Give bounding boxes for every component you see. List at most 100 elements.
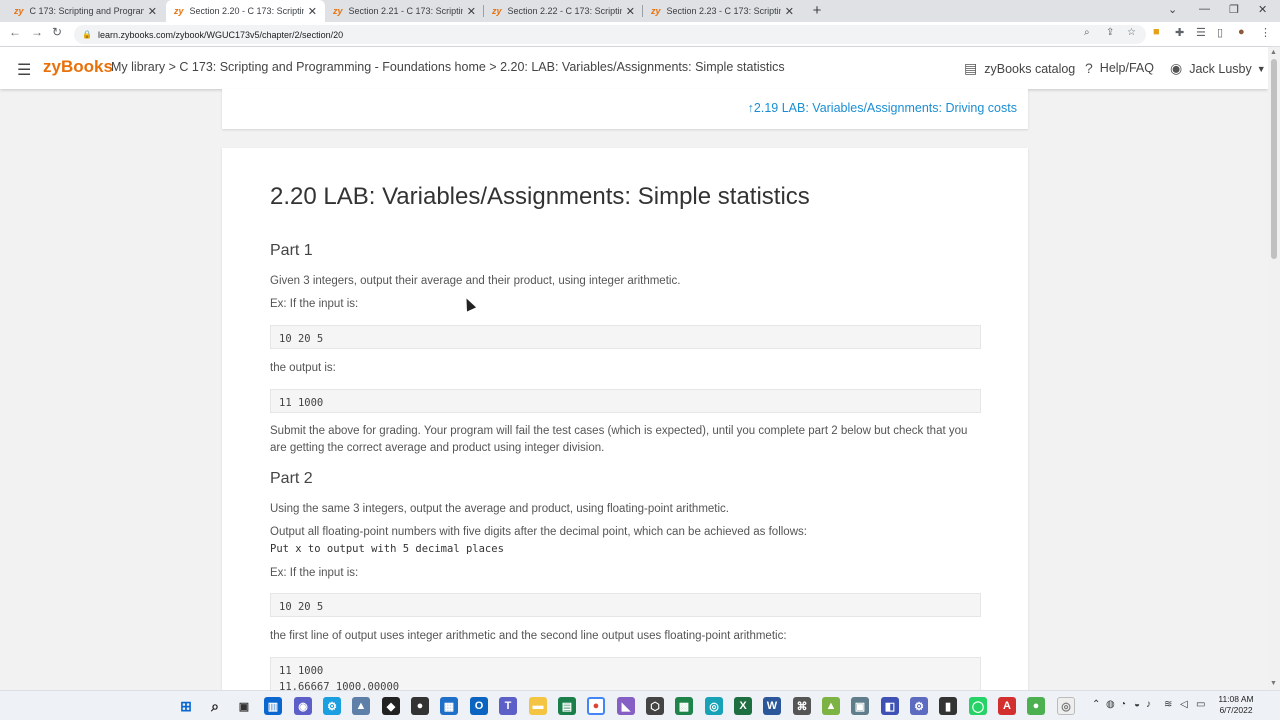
minimize-icon[interactable]: — (1199, 3, 1210, 15)
widgets-icon[interactable]: ▥ (264, 697, 282, 715)
app-icon[interactable]: ▩ (675, 697, 693, 715)
menu-dots-icon[interactable]: ⋮ (1260, 26, 1271, 39)
chrome-icon[interactable]: ● (587, 697, 605, 715)
format-pseudocode: Put x to output with 5 decimal places (270, 543, 504, 555)
chevron-down-icon: ▼ (1256, 63, 1266, 74)
zybooks-logo[interactable]: zyBooks (43, 57, 113, 77)
windows-start-icon[interactable]: ⊞ (177, 697, 195, 715)
close-tab-icon[interactable]: ✕ (785, 5, 794, 18)
section-content-card: 2.20 LAB: Variables/Assignments: Simple … (222, 148, 1028, 708)
close-tab-icon[interactable]: ✕ (148, 5, 157, 18)
breadcrumb[interactable]: My library > C 173: Scripting and Progra… (111, 60, 785, 74)
tab-title: Section 2.22 - C 173: Scripting an (507, 6, 622, 16)
app-icon[interactable]: ▲ (822, 697, 840, 715)
app-icon[interactable]: ▣ (851, 697, 869, 715)
browser-toolbar: ← → ↻ 🔒 learn.zybooks.com/zybook/WGUC173… (0, 22, 1280, 47)
restore-icon[interactable]: ❐ (1229, 3, 1239, 16)
example-input-label: Ex: If the input is: (270, 298, 359, 310)
extension-icon[interactable]: ■ (1153, 26, 1160, 38)
app-icon[interactable]: ⬡ (646, 697, 664, 715)
zybooks-catalog-link[interactable]: ▤ zyBooks catalog (964, 60, 1075, 77)
hamburger-menu-icon[interactable]: ☰ (17, 60, 31, 80)
scrollbar-thumb[interactable] (1271, 59, 1277, 259)
new-tab-button[interactable]: + (808, 2, 826, 19)
user-account-icon: ◉ (1170, 60, 1183, 76)
whatsapp-icon[interactable]: ◯ (969, 697, 987, 715)
tray-app-icon[interactable]: ◒ (1134, 699, 1140, 710)
visual-studio-icon[interactable]: ◣ (617, 697, 635, 715)
app-icon[interactable]: ▮ (939, 697, 957, 715)
close-tab-icon[interactable]: ✕ (626, 5, 635, 18)
url-text: learn.zybooks.com/zybook/WGUC173v5/chapt… (97, 29, 344, 40)
file-explorer-icon[interactable]: ▬ (529, 697, 547, 715)
scroll-up-icon[interactable]: ▲ (1270, 49, 1277, 56)
close-window-icon[interactable]: ✕ (1258, 3, 1267, 16)
example-input-label: Ex: If the input is: (270, 567, 359, 579)
microphone-icon[interactable]: ♪ (1146, 699, 1151, 710)
app-icon[interactable]: ◆ (382, 697, 400, 715)
tab-title: Section 2.21 - C 173: Scripting an (348, 6, 463, 16)
reload-icon[interactable]: ↻ (52, 25, 62, 39)
user-menu[interactable]: ◉ Jack Lusby ▼ (1170, 60, 1266, 77)
app-icon[interactable]: ◎ (1057, 697, 1075, 715)
browser-tab[interactable]: zy Section 2.21 - C 173: Scripting an ✕ (325, 0, 484, 22)
part2-format-note: Output all floating-point numbers with f… (270, 526, 807, 538)
app-icon[interactable]: ⌘ (793, 697, 811, 715)
share-icon[interactable]: ⇪ (1106, 27, 1114, 38)
scroll-down-icon[interactable]: ▼ (1270, 680, 1277, 687)
app-icon[interactable]: ◎ (705, 697, 723, 715)
profile-avatar-icon[interactable]: ● (1238, 26, 1245, 38)
browser-tab[interactable]: zy C 173: Scripting and Programmin ✕ (6, 0, 165, 22)
store-icon[interactable]: ▦ (440, 697, 458, 715)
previous-section-card: ↑2.19 LAB: Variables/Assignments: Drivin… (222, 89, 1028, 129)
help-icon: ? (1085, 60, 1093, 76)
browser-tab[interactable]: zy Section 2.22 - C 173: Scripting an ✕ (484, 0, 643, 22)
tab-search-icon[interactable]: ⌄ (1168, 3, 1177, 16)
excel-icon[interactable]: X (734, 697, 752, 715)
battery-icon[interactable]: ▭ (1196, 699, 1205, 710)
teams-icon[interactable]: T (499, 697, 517, 715)
outlook-icon[interactable]: O (470, 697, 488, 715)
search-icon[interactable]: ⌕ (206, 697, 224, 715)
acrobat-icon[interactable]: A (998, 697, 1016, 715)
volume-icon[interactable]: ◁ (1180, 699, 1188, 710)
app-icon[interactable]: ● (411, 697, 429, 715)
part1-description: Given 3 integers, output their average a… (270, 275, 681, 287)
address-bar[interactable]: 🔒 learn.zybooks.com/zybook/WGUC173v5/cha… (74, 25, 1146, 44)
section-title: 2.20 LAB: Variables/Assignments: Simple … (270, 183, 810, 210)
puzzle-extensions-icon[interactable]: ✚ (1175, 26, 1184, 39)
close-tab-icon[interactable]: ✕ (467, 5, 476, 18)
clock-time: 11:08 AM (1218, 694, 1254, 704)
clock-date: 6/7/2022 (1219, 705, 1253, 715)
app-icon[interactable]: ◧ (881, 697, 899, 715)
bookmark-star-icon[interactable]: ☆ (1127, 27, 1136, 38)
previous-section-link[interactable]: ↑2.19 LAB: Variables/Assignments: Drivin… (748, 101, 1017, 115)
system-clock[interactable]: 11:08 AM 6/7/2022 (1214, 694, 1258, 716)
wifi-icon[interactable]: ≋ (1164, 699, 1172, 710)
app-icon[interactable]: ▤ (558, 697, 576, 715)
photos-icon[interactable]: ▲ (352, 697, 370, 715)
show-hidden-icons-icon[interactable]: ⌃ (1092, 699, 1100, 710)
word-icon[interactable]: W (763, 697, 781, 715)
browser-tab-active[interactable]: zy Section 2.20 - C 173: Scripting an ✕ (166, 0, 325, 22)
zybooks-favicon-icon: zy (651, 6, 661, 16)
zybooks-favicon-icon: zy (492, 6, 502, 16)
browser-tab[interactable]: zy Section 2.23 - C 173: Scripting an ✕ (643, 0, 802, 22)
settings-icon[interactable]: ⚙ (910, 697, 928, 715)
chrome-profile-icon[interactable]: ● (1027, 697, 1045, 715)
page-scrollbar[interactable]: ▲ ▼ (1268, 47, 1280, 690)
app-icon[interactable]: ⚙ (323, 697, 341, 715)
tray-app-icon[interactable]: ◍ (1106, 699, 1115, 710)
back-icon[interactable]: ← (9, 25, 21, 39)
close-tab-icon[interactable]: ✕ (308, 5, 317, 18)
task-view-icon[interactable]: ▣ (235, 697, 253, 715)
catalog-label: zyBooks catalog (984, 61, 1076, 76)
forward-icon[interactable]: → (31, 25, 43, 39)
tray-app-icon[interactable]: ◔ (1120, 699, 1126, 710)
chat-icon[interactable]: ◉ (294, 697, 312, 715)
side-panel-icon[interactable]: ▯ (1217, 26, 1223, 39)
help-faq-link[interactable]: ? Help/FAQ (1085, 60, 1154, 76)
zoom-icon[interactable]: ⌕ (1084, 27, 1090, 38)
reading-list-icon[interactable]: ☰ (1196, 26, 1206, 39)
user-name: Jack Lusby (1189, 61, 1252, 76)
